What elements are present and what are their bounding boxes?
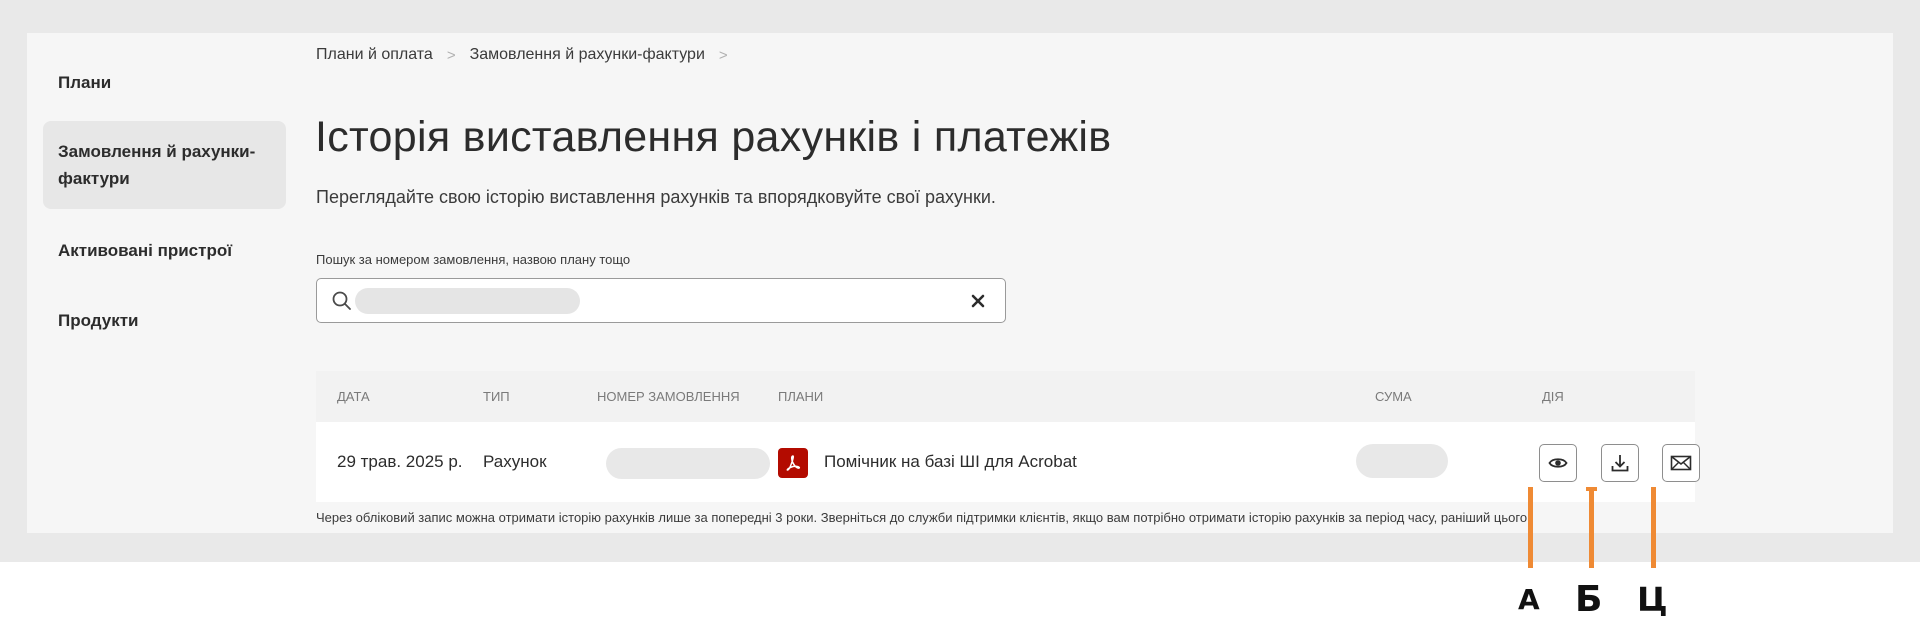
table-header: ДАТА ТИП НОМЕР ЗАМОВЛЕННЯ ПЛАНИ СУМА ДІЯ: [316, 371, 1695, 422]
sidebar-item-label-line1: Замовлення й рахунки-: [58, 142, 256, 161]
column-header-action: ДІЯ: [1542, 389, 1564, 404]
column-header-type: ТИП: [483, 389, 510, 404]
breadcrumb-orders-invoices[interactable]: Замовлення й рахунки-фактури: [470, 46, 705, 64]
view-invoice-button[interactable]: [1539, 444, 1577, 482]
breadcrumb-separator: >: [718, 46, 728, 64]
close-icon[interactable]: [969, 292, 987, 310]
adobe-pdf-icon: [778, 448, 808, 478]
download-invoice-button[interactable]: [1601, 444, 1639, 482]
breadcrumb-plans-billing[interactable]: Плани й оплата: [316, 46, 433, 64]
billing-page: Плани Замовлення й рахунки- фактури Акти…: [27, 33, 1893, 533]
column-header-amount: СУМА: [1375, 389, 1412, 404]
download-icon: [1611, 455, 1629, 472]
callout-line-email: [1651, 487, 1656, 568]
page-subtitle: Переглядайте свою історію виставлення ра…: [316, 187, 996, 207]
search-value-redacted: [355, 288, 580, 314]
row-plan: Помічник на базі ШІ для Acrobat: [824, 452, 1077, 471]
search-input[interactable]: [316, 278, 1006, 323]
callout-line-download: [1589, 487, 1594, 568]
table-row: 29 трав. 2025 р. Рахунок Помічник на баз…: [316, 422, 1700, 502]
sidebar-item-orders-invoices[interactable]: Замовлення й рахунки- фактури: [43, 121, 286, 209]
callout-label-email: Ц: [1637, 580, 1668, 619]
sidebar-item-label-line2: фактури: [58, 169, 130, 188]
billing-history-table: ДАТА ТИП НОМЕР ЗАМОВЛЕННЯ ПЛАНИ СУМА ДІЯ…: [316, 371, 1700, 502]
eye-icon: [1548, 458, 1568, 468]
search-icon: [332, 291, 351, 310]
email-invoice-button[interactable]: [1662, 444, 1700, 482]
sidebar-item-label: Плани: [58, 72, 112, 92]
breadcrumb: Плани й оплата > Замовлення й рахунки-фа…: [316, 46, 742, 64]
breadcrumb-separator: >: [446, 46, 456, 64]
row-date: 29 трав. 2025 р.: [337, 452, 463, 471]
search-label: Пошук за номером замовлення, назвою план…: [316, 252, 631, 267]
row-type: Рахунок: [483, 452, 547, 471]
history-limit-note: Через обліковий запис можна отримати іст…: [316, 510, 1531, 525]
column-header-order-number: НОМЕР ЗАМОВЛЕННЯ: [597, 389, 740, 404]
sidebar-item-products[interactable]: Продукти: [43, 305, 286, 335]
sidebar-item-label: Активовані пристрої: [58, 240, 233, 260]
column-header-date: ДАТА: [337, 389, 370, 404]
page-title: Історія виставлення рахунків і платежів: [315, 113, 1112, 161]
amount-redacted: [1356, 444, 1448, 478]
callout-label-download: Б: [1575, 579, 1603, 620]
callout-label-view: А: [1518, 583, 1540, 616]
sidebar-item-activated-devices[interactable]: Активовані пристрої: [43, 235, 286, 265]
column-header-plans: ПЛАНИ: [778, 389, 824, 404]
callout-line-view: [1528, 487, 1533, 568]
sidebar-item-label: Продукти: [58, 310, 139, 330]
mail-icon: [1670, 455, 1692, 471]
order-number-redacted: [606, 448, 770, 479]
sidebar-item-plans[interactable]: Плани: [43, 67, 286, 97]
callout-tick-download: [1586, 487, 1597, 491]
